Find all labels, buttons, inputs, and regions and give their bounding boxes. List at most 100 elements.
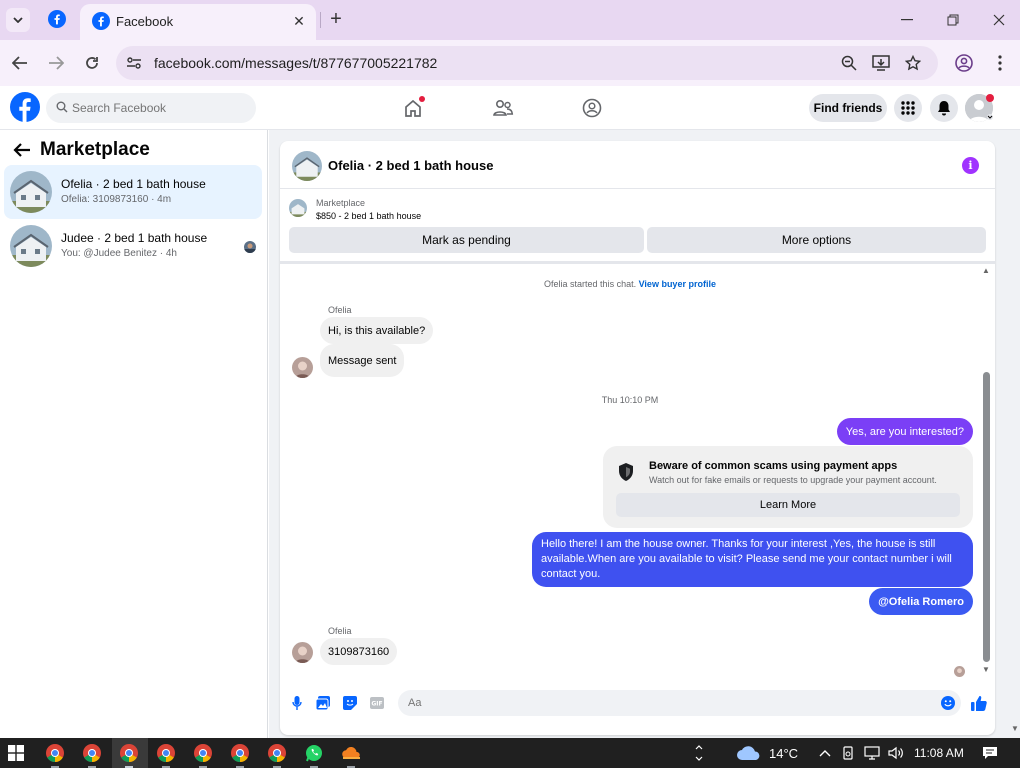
- taskbar-scroll[interactable]: [692, 743, 706, 763]
- taskbar-chrome[interactable]: [82, 743, 102, 763]
- learn-more-button[interactable]: Learn More: [616, 493, 960, 517]
- close-window-button[interactable]: [989, 10, 1009, 30]
- chat-title: Ofelia · 2 bed 1 bath house: [328, 158, 494, 173]
- sticker-button[interactable]: [343, 696, 357, 710]
- house-image-icon: [292, 151, 322, 181]
- conversation-title: Judee · 2 bed 1 bath house: [61, 231, 208, 245]
- conversation-item[interactable]: Judee · 2 bed 1 bath house You: @Judee B…: [4, 219, 262, 273]
- sender-name: Ofelia: [328, 305, 352, 315]
- emoji-button[interactable]: [941, 696, 955, 710]
- incoming-message[interactable]: 3109873160: [320, 638, 398, 665]
- address-bar[interactable]: facebook.com/messages/t/877677005221782: [116, 46, 938, 80]
- chevron-down-icon[interactable]: [986, 114, 994, 120]
- message-input[interactable]: [398, 690, 961, 716]
- install-app-button[interactable]: [872, 54, 890, 72]
- find-friends-button[interactable]: Find friends: [809, 94, 887, 122]
- minimize-icon: [901, 19, 913, 21]
- reload-icon: [86, 57, 98, 69]
- tray-device[interactable]: [838, 743, 858, 763]
- notification-center-button[interactable]: [980, 743, 1000, 763]
- profile-button[interactable]: [953, 52, 975, 74]
- device-icon: [843, 746, 853, 760]
- bookmark-button[interactable]: [904, 54, 922, 72]
- attach-photo-button[interactable]: [316, 696, 330, 710]
- star-icon: [905, 55, 921, 71]
- forward-button[interactable]: [45, 52, 67, 74]
- scroll-up-arrow[interactable]: ▲: [982, 266, 990, 275]
- reload-button[interactable]: [81, 52, 103, 74]
- chrome-icon: [157, 744, 175, 762]
- outgoing-mention-message[interactable]: @Ofelia Romero: [869, 588, 973, 615]
- facebook-logo[interactable]: [10, 92, 40, 125]
- outgoing-message[interactable]: Yes, are you interested?: [836, 418, 973, 445]
- search-box[interactable]: [46, 93, 256, 123]
- show-hidden-icons-button[interactable]: [815, 743, 835, 763]
- sender-avatar[interactable]: [292, 357, 313, 378]
- home-nav-button[interactable]: [401, 96, 425, 120]
- clock[interactable]: 11:08 AM: [914, 746, 964, 760]
- voice-clip-button[interactable]: [290, 696, 304, 710]
- facebook-header: Find friends: [0, 86, 1020, 130]
- scam-warning-subtitle: Watch out for fake emails or requests to…: [649, 475, 937, 485]
- taskbar-chrome[interactable]: [156, 743, 176, 763]
- more-options-button[interactable]: More options: [647, 227, 986, 253]
- taskbar-chrome[interactable]: [230, 743, 250, 763]
- listing-thumbnail: [10, 225, 52, 267]
- more-vertical-icon: [998, 55, 1002, 71]
- view-buyer-profile-link[interactable]: View buyer profile: [639, 279, 716, 289]
- outgoing-message[interactable]: Hello there! I am the house owner. Thank…: [532, 532, 973, 587]
- menu-button[interactable]: [894, 94, 922, 122]
- taskbar-chrome[interactable]: [119, 743, 139, 763]
- volume-button[interactable]: [886, 743, 906, 763]
- zoom-out-icon: [841, 55, 857, 71]
- chat-window: Ofelia · 2 bed 1 bath house i Marketplac…: [280, 141, 995, 735]
- conversation-preview: You: @Judee Benitez · 4h: [61, 248, 177, 259]
- microphone-icon: [292, 696, 302, 710]
- gif-button[interactable]: GIF: [370, 696, 384, 710]
- sender-avatar[interactable]: [292, 642, 313, 663]
- friends-nav-button[interactable]: [491, 96, 515, 120]
- friends-icon: [493, 99, 514, 116]
- taskbar-whatsapp[interactable]: [304, 743, 324, 763]
- search-input[interactable]: [72, 99, 252, 117]
- info-icon[interactable]: i: [962, 157, 979, 174]
- taskbar-chrome[interactable]: [267, 743, 287, 763]
- temperature[interactable]: 14°C: [769, 746, 798, 761]
- mark-as-pending-button[interactable]: Mark as pending: [289, 227, 644, 253]
- incoming-message[interactable]: Message sent: [320, 344, 405, 377]
- like-button[interactable]: [971, 695, 987, 711]
- conversation-item[interactable]: Ofelia · 2 bed 1 bath house Ofelia: 3109…: [4, 165, 262, 219]
- incoming-message[interactable]: Hi, is this available?: [320, 317, 434, 344]
- scroll-down-arrow[interactable]: ▼: [982, 665, 990, 674]
- minimize-button[interactable]: [897, 10, 917, 30]
- timestamp: Thu 10:10 PM: [601, 395, 659, 405]
- chat-notification-icon: [983, 747, 997, 759]
- back-button[interactable]: [9, 52, 31, 74]
- new-tab-button[interactable]: +: [326, 9, 346, 30]
- chat-started-notice: Ofelia started this chat. View buyer pro…: [280, 279, 980, 289]
- tab-close-button[interactable]: ✕: [290, 12, 308, 30]
- groups-nav-button[interactable]: [580, 96, 604, 120]
- zoom-button[interactable]: [840, 54, 858, 72]
- shield-icon: [619, 463, 633, 481]
- taskbar-cloud-app[interactable]: [341, 743, 361, 763]
- back-arrow-icon[interactable]: [12, 142, 32, 158]
- emoji-icon: [941, 696, 955, 710]
- restore-button[interactable]: [943, 10, 963, 30]
- tab-search-dropdown[interactable]: [6, 8, 30, 32]
- listing-thumbnail[interactable]: [292, 151, 322, 181]
- start-button[interactable]: [6, 743, 26, 763]
- install-app-icon: [872, 55, 890, 71]
- listing-price-title[interactable]: $850 - 2 bed 1 bath house: [316, 211, 421, 221]
- weather-widget[interactable]: [736, 743, 762, 763]
- page-scroll-down-arrow[interactable]: ▼: [1011, 724, 1019, 733]
- read-receipt-avatar: [954, 666, 965, 677]
- pinned-facebook-tab[interactable]: [48, 10, 66, 31]
- taskbar-chrome[interactable]: [193, 743, 213, 763]
- chat-scrollbar-thumb[interactable]: [983, 372, 990, 662]
- browser-menu-button[interactable]: [989, 52, 1011, 74]
- tab-facebook[interactable]: Facebook ✕: [80, 4, 316, 40]
- network-button[interactable]: [862, 743, 882, 763]
- notifications-button[interactable]: [930, 94, 958, 122]
- taskbar-chrome[interactable]: [45, 743, 65, 763]
